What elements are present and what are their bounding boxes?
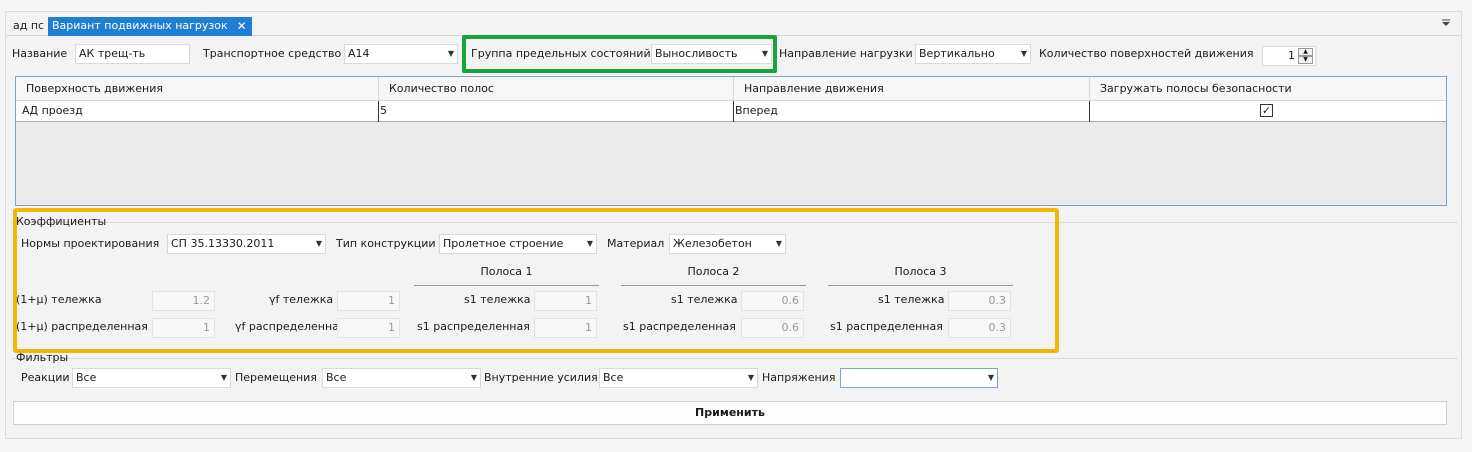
vehicle-select[interactable]: А14 ▼ — [344, 44, 458, 64]
load-direction-select[interactable]: Вертикально ▼ — [915, 44, 1031, 64]
spin-down-icon[interactable]: ▼ — [1298, 56, 1313, 64]
reactions-label: Реакции — [21, 371, 70, 384]
panel-menu-icon[interactable] — [1441, 18, 1451, 28]
col-header-lanes[interactable]: Количество полос — [379, 77, 734, 101]
surfaces-count-stepper[interactable]: 1 ▲ ▼ — [1262, 46, 1316, 66]
cell-direction[interactable]: Вперед — [734, 101, 1090, 122]
checkbox-checked-icon[interactable]: ✓ — [1260, 104, 1273, 117]
vehicle-value: А14 — [348, 47, 370, 60]
tab-strip: ад пс Вариант подвижных нагрузок ✕ — [6, 12, 1461, 36]
name-field[interactable]: АК трещ-ть — [75, 44, 190, 64]
filters-title: Фильтры — [16, 351, 69, 364]
col-header-safety-lanes[interactable]: Загружать полосы безопасности — [1090, 77, 1446, 101]
grid-header: Поверхность движения Количество полос На… — [16, 77, 1446, 101]
dropdown-arrow-icon: ▼ — [220, 373, 227, 382]
surfaces-count-label: Количество поверхностей движения — [1039, 47, 1254, 60]
name-label: Название — [12, 47, 68, 60]
surfaces-count-value: 1 — [1288, 49, 1295, 62]
section-divider — [11, 358, 1458, 359]
displacements-label: Перемещения — [235, 371, 317, 384]
table-row[interactable]: АД проезд 5 Вперед ✓ — [16, 101, 1446, 122]
apply-button[interactable]: Применить — [13, 401, 1447, 425]
cell-lanes[interactable]: 5 — [379, 101, 734, 122]
spin-up-icon[interactable]: ▲ — [1298, 48, 1313, 56]
dropdown-arrow-icon: ▼ — [747, 373, 754, 382]
highlight-coefficients — [13, 208, 1059, 353]
dropdown-arrow-icon: ▼ — [1020, 49, 1027, 58]
cell-surface[interactable]: АД проезд — [16, 101, 379, 122]
dropdown-arrow-icon: ▼ — [987, 373, 994, 382]
highlight-limit-group — [462, 35, 777, 73]
internal-forces-select[interactable]: Все ▼ — [599, 368, 758, 388]
stresses-label: Напряжения — [762, 371, 836, 384]
internal-forces-value: Все — [603, 371, 624, 384]
reactions-select[interactable]: Все ▼ — [72, 368, 231, 388]
displacements-select[interactable]: Все ▼ — [322, 368, 481, 388]
load-direction-label: Направление нагрузки — [779, 47, 913, 60]
vehicle-label: Транспортное средство — [203, 47, 342, 60]
stresses-select[interactable]: ▼ — [840, 368, 998, 388]
cell-safety-lanes[interactable]: ✓ — [1090, 101, 1446, 122]
surfaces-grid: Поверхность движения Количество полос На… — [15, 76, 1447, 206]
load-direction-value: Вертикально — [919, 47, 995, 60]
reactions-value: Все — [76, 371, 97, 384]
dropdown-arrow-icon: ▼ — [470, 373, 477, 382]
internal-forces-label: Внутренние усилия — [484, 371, 598, 384]
tab-ad-ps[interactable]: ад пс — [9, 17, 48, 36]
col-header-direction[interactable]: Направление движения — [734, 77, 1090, 101]
dropdown-arrow-icon: ▼ — [447, 49, 454, 58]
col-header-surface[interactable]: Поверхность движения — [16, 77, 379, 101]
tab-load-variant[interactable]: Вариант подвижных нагрузок ✕ — [48, 17, 252, 36]
tab-label: Вариант подвижных нагрузок — [52, 19, 228, 32]
close-icon[interactable]: ✕ — [237, 17, 247, 35]
displacements-value: Все — [326, 371, 347, 384]
load-variant-panel: ад пс Вариант подвижных нагрузок ✕ Назва… — [5, 11, 1462, 439]
